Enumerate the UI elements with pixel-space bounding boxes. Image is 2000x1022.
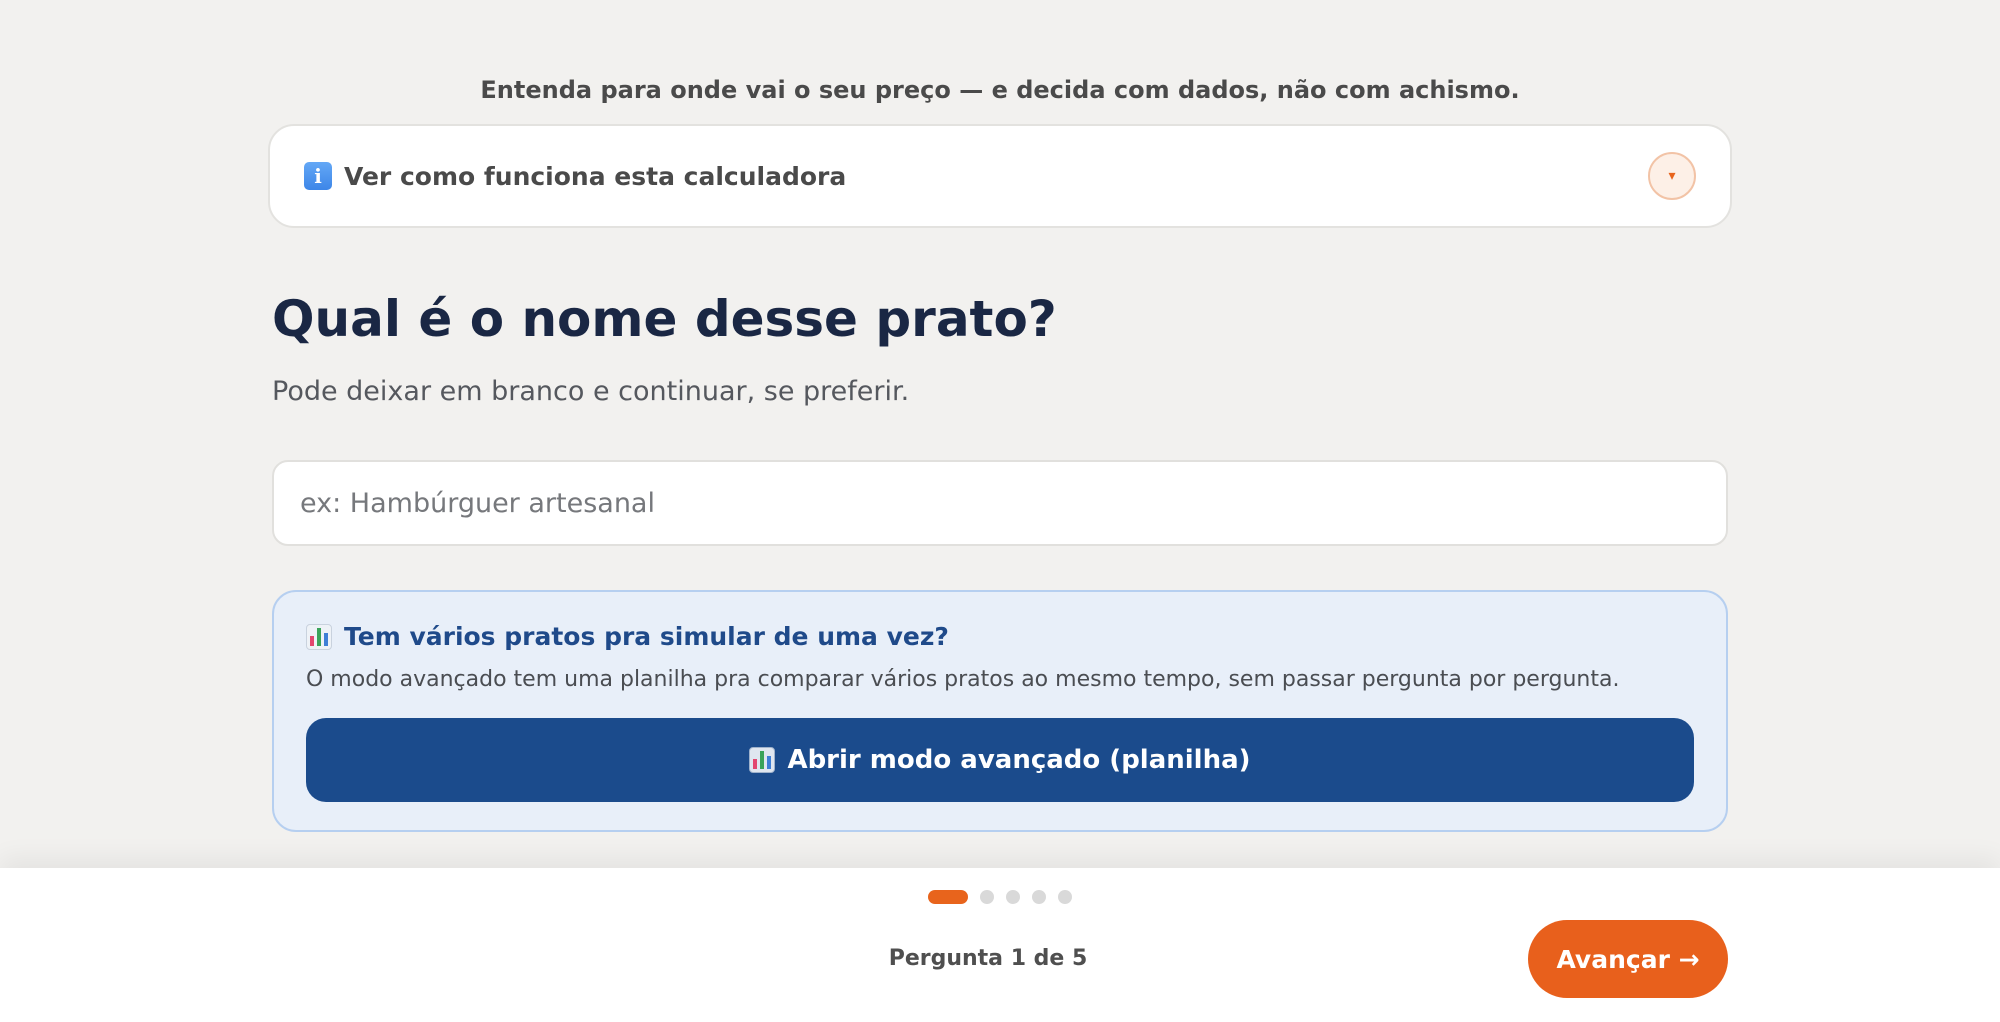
open-advanced-mode-label: Abrir modo avançado (planilha) [787, 745, 1251, 775]
how-it-works-label: Ver como funciona esta calculadora [344, 161, 847, 191]
page-subtitle: Entenda para onde vai o seu preço — e de… [480, 76, 1520, 104]
step-indicator [0, 890, 2000, 904]
step-dot [928, 890, 968, 904]
advanced-title-row: Tem vários pratos pra simular de uma vez… [306, 622, 1694, 651]
question-title: Qual é o nome desse prato? [272, 290, 1057, 348]
chevron-down-icon[interactable]: ▾ [1648, 152, 1696, 200]
step-dot [980, 890, 994, 904]
page: Entenda para onde vai o seu preço — e de… [0, 0, 2000, 1022]
step-dot [1032, 890, 1046, 904]
open-advanced-mode-button[interactable]: Abrir modo avançado (planilha) [306, 718, 1694, 802]
advanced-description: O modo avançado tem uma planilha pra com… [306, 667, 1620, 692]
bar-chart-icon [306, 623, 332, 650]
advanced-title: Tem vários pratos pra simular de uma vez… [344, 622, 949, 651]
step-dot [1058, 890, 1072, 904]
dish-name-input[interactable] [272, 460, 1728, 546]
next-button[interactable]: Avançar → [1528, 920, 1728, 998]
how-it-works-toggle[interactable]: i Ver como funciona esta calculadora ▾ [268, 124, 1732, 228]
info-icon: i [304, 162, 332, 190]
bar-chart-icon [749, 747, 776, 773]
advanced-mode-card: Tem vários pratos pra simular de uma vez… [272, 590, 1728, 832]
wizard-footer: Pergunta 1 de 5 Avançar → [0, 868, 2000, 1022]
question-hint: Pode deixar em branco e continuar, se pr… [272, 376, 910, 407]
step-dot [1006, 890, 1020, 904]
